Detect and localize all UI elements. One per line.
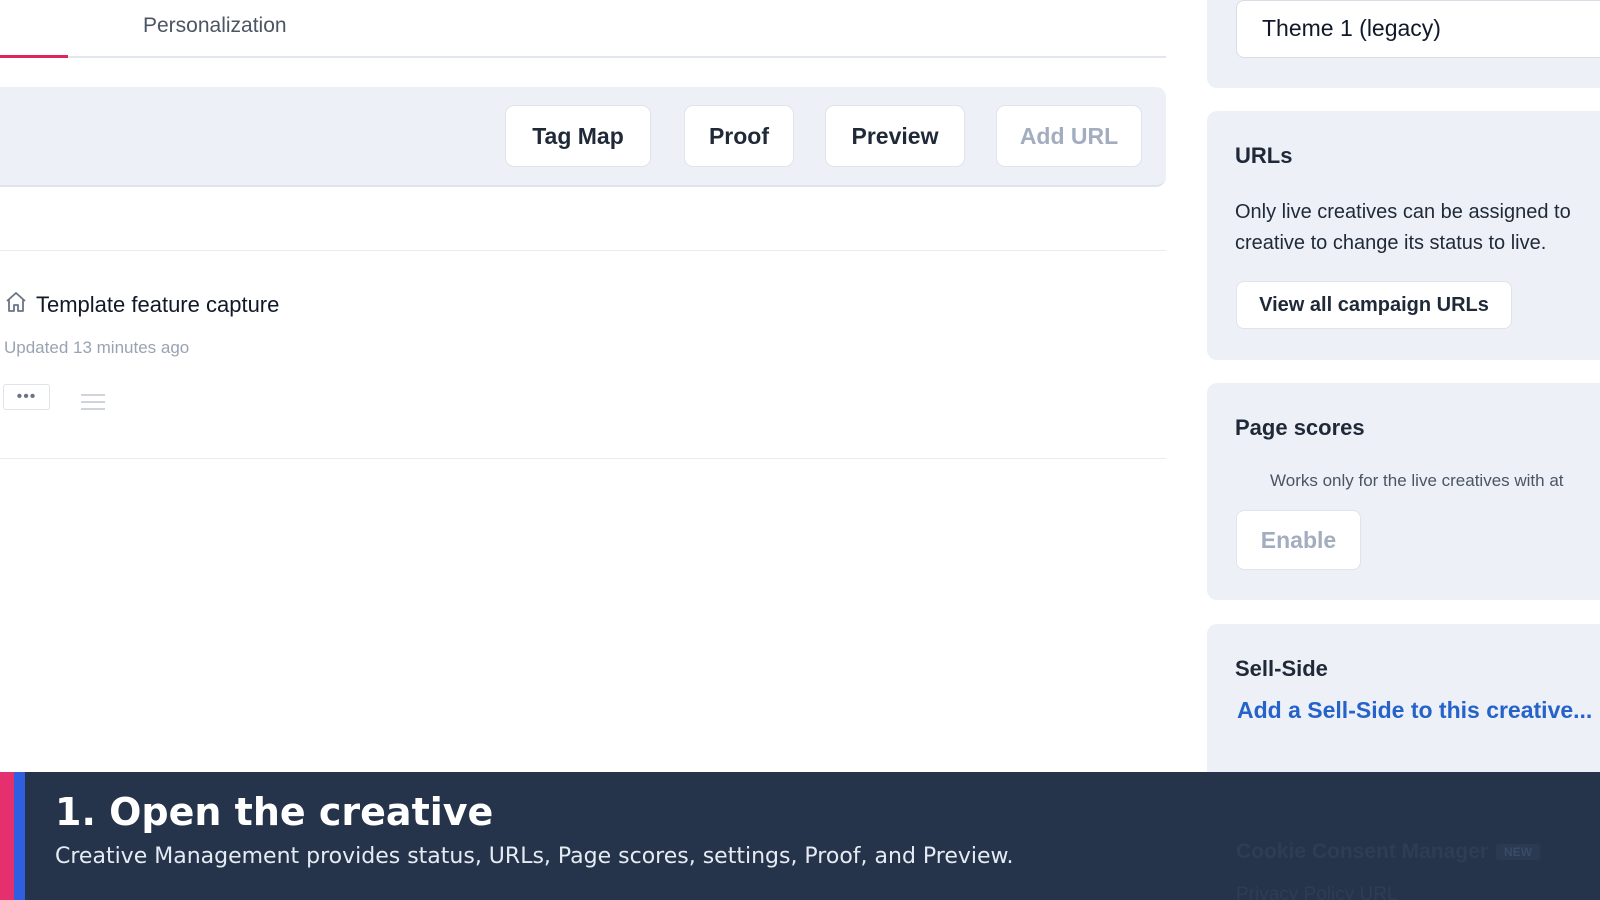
cookie-consent-title: Cookie Consent Manager NEW	[1236, 840, 1541, 864]
tab-bar: Personalization	[0, 0, 1166, 58]
creative-updated-time: Updated 13 minutes ago	[4, 338, 190, 357]
creative-name[interactable]: Template feature capture	[36, 292, 279, 318]
overlay-accent-pink	[0, 772, 14, 900]
tutorial-overlay: Cookie Consent Manager NEW Privacy Policy…	[0, 772, 1600, 900]
tab-personalization[interactable]: Personalization	[143, 14, 287, 38]
list-divider	[0, 250, 1166, 251]
add-sell-side-link[interactable]: Add a Sell-Side to this creative...	[1237, 697, 1592, 724]
urls-description-line2: creative to change its status to live.	[1235, 232, 1547, 254]
more-options-button[interactable]: •••	[3, 384, 50, 410]
urls-title: URLs	[1235, 143, 1293, 168]
view-campaign-urls-button[interactable]: View all campaign URLs	[1236, 281, 1512, 329]
urls-description-line1: Only live creatives can be assigned to	[1235, 201, 1571, 223]
list-divider-bottom	[0, 458, 1166, 459]
privacy-policy-label: Privacy Policy URL	[1236, 884, 1398, 900]
home-icon	[6, 292, 26, 312]
tag-map-button[interactable]: Tag Map	[505, 105, 651, 167]
tutorial-step-description: Creative Management provides status, URL…	[55, 844, 1014, 869]
overlay-accent-blue	[14, 772, 25, 900]
sell-side-title: Sell-Side	[1235, 656, 1328, 681]
drag-handle-icon[interactable]	[81, 394, 105, 410]
new-badge: NEW	[1496, 844, 1541, 861]
page-scores-note: Works only for the live creatives with a…	[1270, 471, 1564, 490]
enable-page-scores-button[interactable]: Enable	[1236, 510, 1361, 570]
urls-panel: URLs Only live creatives can be assigned…	[1207, 111, 1600, 360]
tutorial-step-title: 1. Open the creative	[55, 790, 494, 834]
proof-button[interactable]: Proof	[684, 105, 794, 167]
active-tab-indicator	[0, 55, 68, 58]
page-scores-panel: Page scores Works only for the live crea…	[1207, 383, 1600, 600]
creative-toolbar: Tag Map Proof Preview Add URL	[0, 87, 1166, 187]
add-url-button[interactable]: Add URL	[996, 105, 1142, 167]
theme-select[interactable]: Theme 1 (legacy)	[1236, 0, 1600, 58]
page-scores-title: Page scores	[1235, 415, 1365, 440]
preview-button[interactable]: Preview	[825, 105, 965, 167]
